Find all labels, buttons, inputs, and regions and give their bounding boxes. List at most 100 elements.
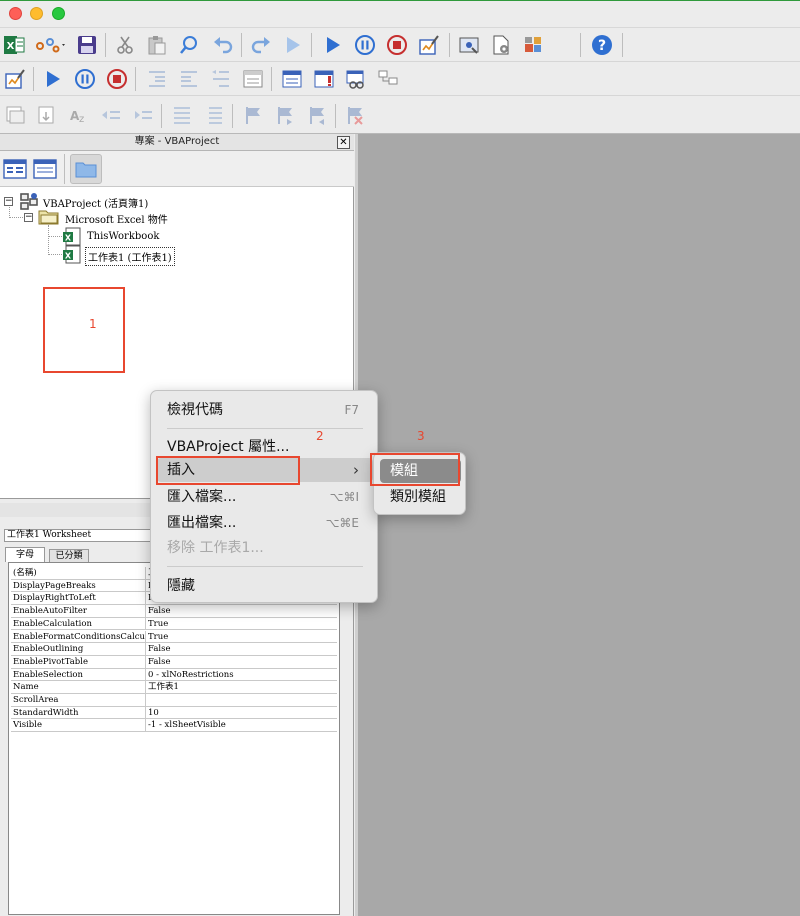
call-stack-icon[interactable] — [376, 67, 400, 91]
property-row[interactable]: EnableCalculation True — [11, 617, 337, 631]
tree-project-root[interactable]: VBAProject (活頁簿1) — [43, 195, 148, 210]
collapse-toggle[interactable]: − — [24, 213, 33, 222]
property-row[interactable]: Visible -1 - xlSheetVisible — [11, 719, 337, 733]
window-title-bar — [0, 0, 800, 28]
menu-separator — [167, 566, 363, 567]
paste-icon[interactable] — [145, 33, 169, 57]
tree-excel-objects-folder[interactable]: Microsoft Excel 物件 — [65, 211, 168, 226]
outdent-icon[interactable] — [177, 67, 201, 91]
project-explorer-icon[interactable] — [457, 33, 481, 57]
property-row[interactable]: EnableFormatConditionsCalculationTrue — [11, 630, 337, 644]
code-window-area[interactable] — [355, 134, 800, 916]
run-sub-icon[interactable] — [281, 33, 305, 57]
context-menu: 檢視代碼 F7 VBAProject 屬性... 插入 › 匯入檔案... ⌥⌘… — [150, 390, 378, 603]
property-row[interactable]: Name 工作表1 — [11, 681, 337, 694]
menu-item-label: 隱藏 — [167, 578, 195, 594]
toolbar-separator — [311, 33, 312, 57]
submenu-item-class-module[interactable]: 類別模組 — [380, 485, 461, 509]
reset-icon[interactable] — [385, 33, 409, 57]
toggle-folders-icon[interactable] — [70, 154, 102, 184]
project-explorer-title: 專案 - VBAProject ✕ — [0, 134, 354, 151]
property-row[interactable]: EnableAutoFilter False — [11, 605, 337, 618]
find-icon[interactable] — [177, 33, 201, 57]
toolbar-separator — [449, 33, 450, 57]
menu-item-export-file[interactable]: 匯出檔案... ⌥⌘E — [157, 511, 373, 535]
design-mode-icon[interactable] — [417, 33, 441, 57]
menu-item-import-file[interactable]: 匯入檔案... ⌥⌘I — [157, 485, 373, 509]
property-row[interactable]: EnablePivotTable False — [11, 655, 337, 669]
menu-item-label: 匯入檔案... — [167, 489, 237, 505]
toggle-breakpoint-icon[interactable] — [209, 67, 233, 91]
toggle-bookmark-icon[interactable] — [241, 103, 265, 127]
tree-item-sheet1[interactable]: 工作表1 (工作表1) — [85, 247, 175, 266]
run-icon[interactable] — [41, 67, 65, 91]
tree-connector — [48, 236, 62, 237]
immediate-window-icon[interactable] — [312, 67, 336, 91]
parameter-info-icon[interactable] — [99, 103, 123, 127]
complete-word-icon[interactable] — [131, 103, 155, 127]
menu-item-label: 匯出檔案... — [167, 515, 237, 531]
annotation-label-2: 2 — [316, 429, 324, 443]
break-icon[interactable] — [353, 33, 377, 57]
toolbar-separator — [161, 104, 162, 128]
tab-categorized[interactable]: 已分類 — [49, 549, 89, 562]
menu-item-hide[interactable]: 隱藏 — [157, 574, 373, 598]
previous-bookmark-icon[interactable] — [305, 103, 329, 127]
tree-connector — [48, 225, 49, 255]
comment-block-icon[interactable] — [170, 103, 194, 127]
property-name: EnableFormatConditionsCalculation — [13, 631, 146, 642]
list-constants-icon[interactable] — [35, 103, 59, 127]
svg-text:X: X — [65, 234, 72, 243]
property-row[interactable]: ScrollArea — [11, 694, 337, 707]
menu-item-remove: 移除 工作表1... — [157, 536, 373, 560]
undo-icon[interactable] — [211, 33, 235, 57]
menu-item-shortcut: ⌥⌘E — [325, 516, 359, 530]
step-into-icon[interactable] — [241, 67, 265, 91]
view-code-icon[interactable] — [32, 156, 58, 182]
reset-icon[interactable] — [105, 67, 129, 91]
close-window-button[interactable] — [9, 7, 22, 20]
tab-alphabetic[interactable]: 字母 — [5, 547, 45, 562]
save-icon[interactable] — [75, 33, 99, 57]
menu-item-view-code[interactable]: 檢視代碼 F7 — [157, 398, 373, 422]
property-value: False — [148, 656, 171, 667]
property-value: -1 - xlSheetVisible — [148, 720, 226, 731]
watch-window-icon[interactable] — [344, 67, 368, 91]
help-icon[interactable]: ? — [590, 33, 614, 57]
run-icon[interactable] — [321, 33, 345, 57]
design-mode-icon[interactable] — [3, 67, 27, 91]
tree-item-thisworkbook[interactable]: ThisWorkbook — [87, 231, 159, 242]
next-bookmark-icon[interactable] — [273, 103, 297, 127]
excel-icon[interactable]: X — [2, 33, 26, 57]
quick-info-icon[interactable]: Az — [67, 103, 91, 127]
break-icon[interactable] — [73, 67, 97, 91]
property-row[interactable]: EnableOutlining False — [11, 643, 337, 656]
property-name: DisplayRightToLeft — [13, 593, 96, 604]
toolbox-icon[interactable] — [521, 33, 545, 57]
clear-bookmarks-icon[interactable] — [343, 103, 367, 127]
title-bar-accent — [0, 0, 800, 1]
cut-icon[interactable] — [113, 33, 137, 57]
toolbar-separator — [580, 33, 581, 57]
list-properties-icon[interactable] — [3, 103, 27, 127]
annotation-box-2 — [156, 456, 300, 485]
property-value: False — [148, 644, 171, 655]
insert-userform-icon[interactable] — [34, 33, 68, 57]
workbook-icon: X — [63, 227, 81, 246]
collapse-toggle[interactable]: − — [4, 197, 13, 206]
toolbar-separator — [105, 33, 106, 57]
minimize-window-button[interactable] — [30, 7, 43, 20]
uncomment-block-icon[interactable] — [202, 103, 226, 127]
redo-icon[interactable] — [249, 33, 273, 57]
view-object-icon[interactable] — [2, 156, 28, 182]
property-name: EnablePivotTable — [13, 656, 88, 667]
close-panel-button[interactable]: ✕ — [337, 136, 350, 149]
menu-item-label: 檢視代碼 — [167, 402, 223, 418]
indent-icon[interactable] — [145, 67, 169, 91]
property-row[interactable]: StandardWidth 10 — [11, 706, 337, 720]
menu-item-label: VBAProject 屬性... — [167, 439, 290, 455]
properties-window-icon[interactable] — [489, 33, 513, 57]
locals-window-icon[interactable] — [280, 67, 304, 91]
zoom-window-button[interactable] — [52, 7, 65, 20]
property-row[interactable]: EnableSelection 0 - xlNoRestrictions — [11, 668, 337, 682]
